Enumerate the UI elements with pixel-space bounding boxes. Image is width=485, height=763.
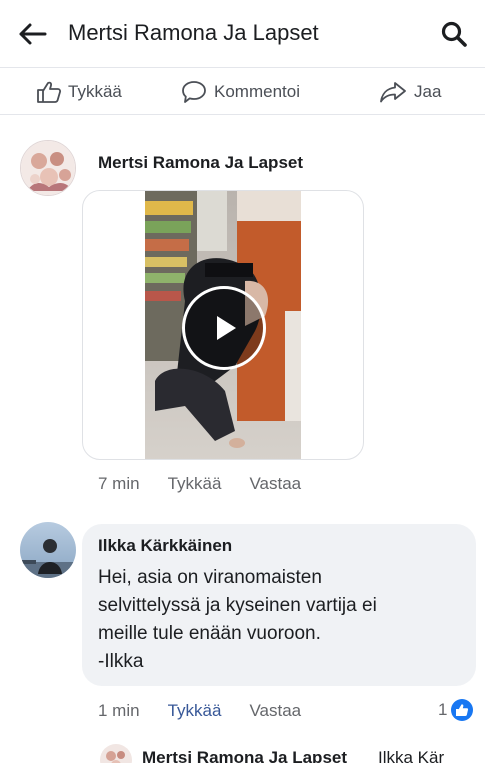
post-action-bar: Tykkää Kommentoi Jaa	[0, 69, 485, 115]
comment-text-line: selvittelyssä ja kyseinen vartija ei	[98, 595, 377, 616]
share-button-label: Jaa	[414, 82, 442, 101]
profile-photo	[100, 744, 132, 763]
comment-text-line: -Ilkka	[98, 651, 144, 672]
comment-button-label: Kommentoi	[214, 82, 300, 101]
reaction-count-badge[interactable]: 1	[438, 697, 474, 723]
comment-reply-link[interactable]: Vastaa	[249, 474, 301, 494]
comment-author[interactable]: Mertsi Ramona Ja Lapset	[98, 153, 303, 173]
profile-photo	[20, 522, 76, 578]
comment-meta: 7 min Tykkää Vastaa	[98, 472, 301, 496]
top-bar: Mertsi Ramona Ja Lapset	[0, 0, 485, 68]
search-icon	[441, 21, 467, 47]
reaction-count: 1	[438, 700, 448, 719]
share-button[interactable]: Jaa	[378, 77, 441, 107]
comment-like-link[interactable]: Tykkää	[168, 701, 222, 721]
like-button[interactable]: Tykkää	[36, 77, 122, 107]
share-arrow-icon	[380, 82, 406, 103]
comment-meta: 1 min Tykkää Vastaa	[98, 699, 301, 723]
avatar[interactable]	[20, 140, 76, 196]
comment-text-line: Hei, asia on viranomaisten	[98, 567, 322, 588]
video-attachment[interactable]	[82, 190, 364, 460]
back-arrow-icon	[19, 23, 47, 45]
thumbs-up-icon	[37, 81, 62, 103]
comment-button[interactable]: Kommentoi	[180, 77, 300, 107]
thumbs-up-reaction-icon	[451, 699, 474, 721]
avatar[interactable]	[20, 522, 76, 578]
back-button[interactable]	[14, 18, 50, 50]
comment-bubble: Ilkka Kärkkäinen Hei, asia on viranomais…	[82, 524, 476, 686]
comment-text: Hei, asia on viranomaisten selvittelyssä…	[98, 564, 460, 676]
play-button[interactable]	[182, 286, 266, 370]
reply-author[interactable]: Mertsi Ramona Ja Lapset	[142, 748, 347, 763]
comment-reply-link[interactable]: Vastaa	[249, 701, 301, 721]
profile-photo	[21, 141, 75, 195]
play-icon	[217, 316, 236, 340]
comment-text-line: meille tule enään vuoroon.	[98, 623, 321, 644]
comment-time: 1 min	[98, 701, 140, 720]
comment-author[interactable]: Ilkka Kärkkäinen	[98, 536, 460, 556]
comment-time: 7 min	[98, 474, 140, 493]
comment-bubble-icon	[182, 81, 206, 103]
reply-snippet: Ilkka Kär	[378, 748, 445, 763]
page-title: Mertsi Ramona Ja Lapset	[68, 20, 319, 45]
like-button-label: Tykkää	[68, 82, 122, 101]
search-button[interactable]	[436, 18, 472, 50]
nested-reply-preview[interactable]: Mertsi Ramona Ja Lapset Ilkka Kär	[100, 742, 485, 763]
avatar[interactable]	[100, 744, 132, 763]
comment-like-link[interactable]: Tykkää	[168, 474, 222, 494]
